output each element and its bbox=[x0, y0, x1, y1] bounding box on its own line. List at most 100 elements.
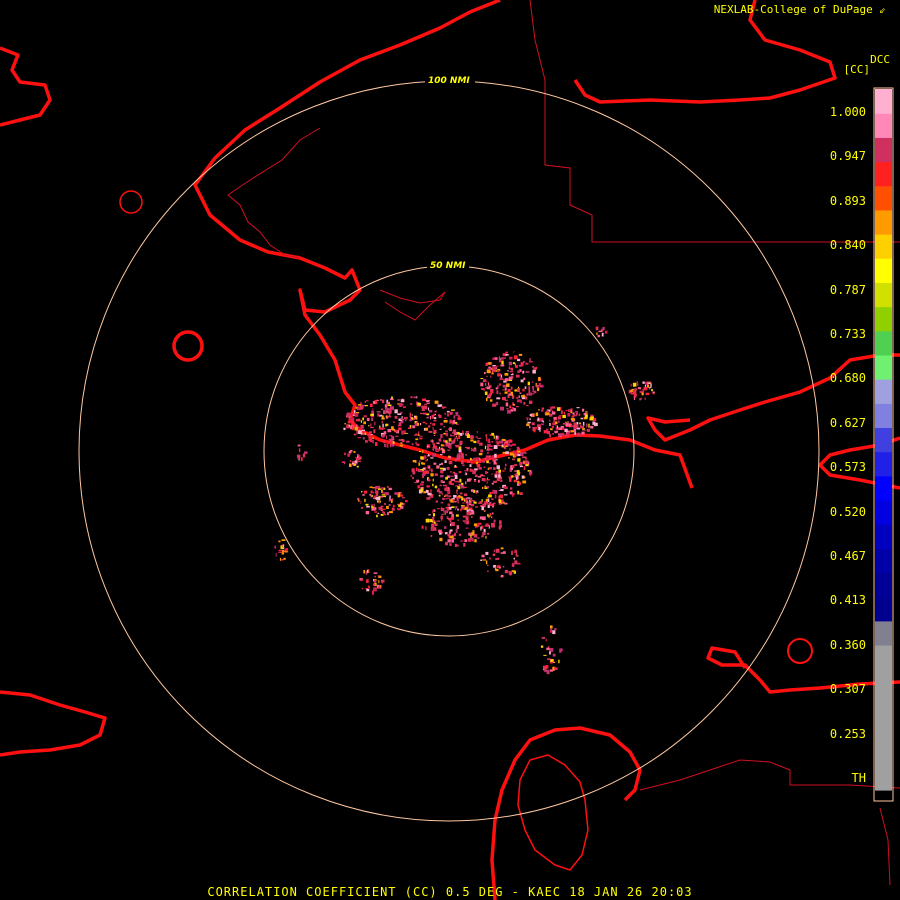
echo-pixel bbox=[541, 423, 544, 426]
echo-pixel bbox=[349, 463, 352, 467]
echo-pixel bbox=[421, 525, 424, 529]
echo-pixel bbox=[419, 437, 423, 440]
echo-pixel bbox=[561, 434, 565, 436]
echo-pixel bbox=[533, 390, 537, 394]
echo-pixel bbox=[532, 386, 534, 389]
echo-pixel bbox=[491, 516, 493, 519]
echo-pixel bbox=[461, 506, 465, 510]
echo-pixel bbox=[526, 418, 529, 421]
echo-pixel bbox=[425, 526, 427, 531]
echo-pixel bbox=[519, 462, 522, 466]
echo-pixel bbox=[388, 438, 391, 440]
echo-pixel bbox=[383, 511, 386, 515]
echo-pixel bbox=[491, 498, 494, 500]
echo-pixel bbox=[596, 332, 598, 335]
echo-pixel bbox=[477, 440, 479, 444]
echo-pixel bbox=[652, 391, 655, 393]
ring-label-50: 50 NMI bbox=[430, 261, 466, 271]
echo-pixel bbox=[449, 535, 454, 539]
echo-pixel bbox=[372, 583, 376, 586]
echo-pixel bbox=[517, 447, 520, 451]
echo-pixel bbox=[426, 402, 430, 404]
echo-pixel bbox=[601, 332, 604, 337]
echo-pixel bbox=[491, 504, 495, 506]
echo-pixel bbox=[471, 447, 473, 450]
echo-pixel bbox=[387, 409, 392, 412]
echo-pixel bbox=[589, 417, 594, 421]
echo-pixel bbox=[457, 417, 461, 421]
echo-pixel bbox=[427, 493, 431, 496]
colorbar-tick-label: 0.307 bbox=[829, 682, 866, 697]
echo-pixel bbox=[561, 410, 563, 415]
echo-pixel bbox=[469, 458, 472, 461]
echo-pixel bbox=[462, 432, 464, 435]
echo-pixel bbox=[379, 496, 384, 498]
echo-pixel bbox=[434, 523, 438, 526]
footer-caption: CORRELATION COEFFICIENT (CC) 0.5 DEG - K… bbox=[207, 885, 693, 899]
echo-pixel bbox=[418, 431, 420, 435]
echo-pixel bbox=[426, 459, 428, 461]
echo-pixel bbox=[414, 481, 418, 484]
echo-pixel bbox=[378, 501, 381, 504]
echo-pixel bbox=[430, 535, 433, 537]
echo-pixel bbox=[645, 392, 650, 396]
echo-pixel bbox=[427, 445, 429, 447]
echo-pixel bbox=[532, 388, 534, 393]
echo-pixel bbox=[644, 385, 647, 388]
echo-pixel bbox=[430, 439, 433, 443]
echo-pixel bbox=[549, 433, 551, 438]
echo-pixel bbox=[429, 416, 431, 420]
echo-pixel bbox=[637, 387, 641, 390]
echo-pixel bbox=[423, 491, 426, 494]
echo-pixel bbox=[394, 409, 398, 414]
echo-pixel bbox=[344, 423, 347, 425]
echo-pixel bbox=[505, 353, 509, 356]
echo-pixel bbox=[473, 480, 477, 482]
echo-pixel bbox=[505, 463, 507, 467]
echo-pixel bbox=[511, 406, 514, 410]
echo-pixel bbox=[400, 418, 405, 420]
echo-pixel bbox=[466, 511, 471, 516]
echo-pixel bbox=[450, 475, 454, 477]
echo-pixel bbox=[517, 458, 521, 462]
echo-pixel bbox=[482, 486, 484, 489]
echo-pixel bbox=[362, 417, 364, 421]
echo-pixel bbox=[514, 453, 518, 457]
echo-pixel bbox=[489, 513, 492, 516]
colorbar-swatch bbox=[875, 137, 892, 163]
echo-pixel bbox=[488, 467, 492, 470]
echo-pixel bbox=[513, 557, 515, 560]
echo-pixel bbox=[374, 421, 376, 426]
echo-pixel bbox=[364, 432, 367, 435]
echo-pixel bbox=[509, 371, 514, 373]
echo-pixel bbox=[430, 489, 432, 492]
echo-pixel bbox=[501, 374, 503, 378]
echo-pixel bbox=[401, 439, 405, 443]
echo-pixel bbox=[504, 373, 509, 376]
echo-pixel bbox=[382, 423, 384, 428]
echo-pixel bbox=[505, 441, 508, 443]
echo-pixel bbox=[529, 400, 533, 404]
echo-pixel bbox=[518, 395, 520, 398]
echo-pixel bbox=[498, 566, 501, 569]
echo-pixel bbox=[398, 422, 402, 426]
echo-pixel bbox=[417, 402, 421, 406]
echo-pixel bbox=[504, 391, 508, 394]
echo-pixel bbox=[546, 428, 549, 430]
echo-pixel bbox=[430, 473, 434, 477]
echo-pixel bbox=[385, 423, 387, 427]
echo-pixel bbox=[650, 383, 652, 388]
echo-pixel bbox=[446, 466, 450, 470]
echo-pixel bbox=[425, 518, 430, 523]
echo-pixel bbox=[364, 498, 366, 503]
echo-pixel bbox=[499, 359, 502, 363]
echo-pixel bbox=[426, 417, 429, 419]
echo-pixel bbox=[486, 452, 489, 454]
echo-pixel bbox=[439, 484, 442, 487]
echo-pixel bbox=[576, 407, 580, 409]
echo-pixel bbox=[428, 410, 433, 413]
echo-pixel bbox=[540, 409, 544, 412]
range-ring-100 bbox=[78, 80, 820, 822]
echo-pixel bbox=[522, 361, 525, 363]
echo-pixel bbox=[502, 389, 506, 391]
